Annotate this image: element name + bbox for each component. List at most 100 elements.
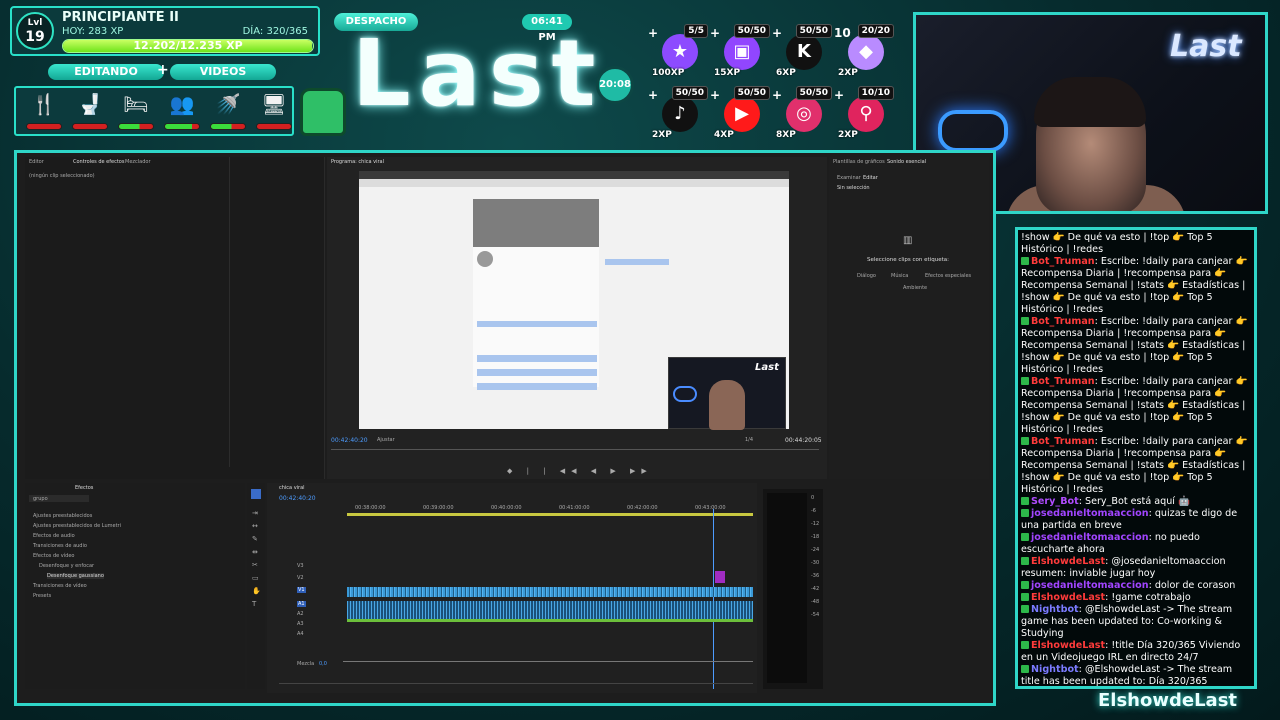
effects-tree-item[interactable]: Ajustes preestablecidos de Lumetri bbox=[33, 523, 121, 529]
meter-scale-label: -36 bbox=[811, 573, 820, 579]
badge-icon bbox=[1021, 377, 1029, 385]
badge-icon bbox=[1021, 665, 1029, 673]
tab-editor[interactable]: Editor bbox=[29, 159, 44, 165]
fit-dropdown[interactable]: Ajustar bbox=[377, 437, 395, 443]
chat-username[interactable]: josedanieltomaaccion bbox=[1031, 532, 1149, 543]
clip-type-music[interactable]: Música bbox=[891, 273, 908, 279]
chat-username[interactable]: josedanieltomaaccion bbox=[1031, 580, 1149, 591]
xp-progress-text: 12.202/12.235 XP bbox=[133, 39, 243, 52]
effects-tree-item[interactable]: Efectos de audio bbox=[33, 533, 75, 539]
chat-username[interactable]: Sery_Bot bbox=[1031, 496, 1079, 507]
transport-controls[interactable]: ◆ | | ◀◀ ◀ ▶ ▶▶ bbox=[507, 467, 667, 475]
quality-dropdown[interactable]: 1/4 bbox=[745, 437, 753, 443]
track-header[interactable]: Mezcla bbox=[297, 661, 314, 667]
effects-tree-item[interactable]: Ajustes preestablecidos bbox=[33, 513, 92, 519]
chat-text: : Sery_Bot está aquí 🤖 bbox=[1078, 496, 1190, 507]
chat-message: ElshowdeLast: @josedanieltomaaccion resu… bbox=[1021, 556, 1251, 580]
food-icon: 🍴 bbox=[31, 92, 57, 116]
clip-type-sfx[interactable]: Efectos especiales bbox=[925, 273, 971, 279]
chat-username[interactable]: Bot_Truman bbox=[1031, 376, 1095, 387]
crystal-icon: ◆ bbox=[848, 34, 884, 70]
clip-type-dialog[interactable]: Diálogo bbox=[857, 273, 876, 279]
food-meter bbox=[26, 123, 62, 130]
track-header[interactable]: A4 bbox=[297, 631, 304, 637]
goal-xp: 2XP bbox=[838, 68, 858, 78]
track-header[interactable]: A3 bbox=[297, 621, 304, 627]
pip-neon-sign: Last bbox=[755, 362, 779, 373]
tip-icon: ⚲ bbox=[848, 96, 884, 132]
chat-username[interactable]: ElshowdeLast bbox=[1031, 640, 1105, 651]
chat-username[interactable]: Nightbot bbox=[1031, 604, 1079, 615]
ruler-tick-label: 00:43:00:00 bbox=[695, 505, 726, 511]
track-header[interactable]: A2 bbox=[297, 611, 304, 617]
effects-tree-item[interactable]: Desenfoque y enfocar bbox=[39, 563, 94, 569]
tool-icons[interactable]: ⇥ ↔ ✎ ⇹ ✂ ▭ ✋ T bbox=[252, 507, 261, 611]
goal-crystal: ◆ 10 20/20 2XP bbox=[834, 24, 894, 86]
chat-username[interactable]: Bot_Truman bbox=[1031, 436, 1095, 447]
tab-essential-sound[interactable]: Sonido esencial bbox=[887, 159, 926, 165]
tab-mixer[interactable]: Mezclador bbox=[125, 159, 151, 165]
video-clip-v1[interactable] bbox=[347, 587, 753, 597]
track-header[interactable]: V3 bbox=[297, 563, 304, 569]
chat-message: ElshowdeLast: !game cotrabajo bbox=[1021, 592, 1251, 604]
tab-edit[interactable]: Editar bbox=[863, 175, 878, 181]
mix-value[interactable]: 0,0 bbox=[319, 661, 327, 667]
meter-scale-label: -6 bbox=[811, 508, 816, 514]
level-day: DÍA: 320/365 bbox=[242, 26, 308, 37]
goal-plus-icon: + bbox=[648, 88, 659, 102]
level-badge: Lvl 19 bbox=[16, 12, 54, 50]
tab-graphics-templates[interactable]: Plantillas de gráficos bbox=[833, 159, 885, 165]
badge-icon bbox=[1021, 437, 1029, 445]
effects-tree-item[interactable]: Transiciones de audio bbox=[33, 543, 87, 549]
channel-logo: Last bbox=[352, 20, 604, 127]
clip-marker[interactable] bbox=[715, 571, 725, 583]
streamer-hair bbox=[1034, 77, 1146, 127]
goal-count: 20/20 bbox=[857, 24, 894, 38]
badge-icon bbox=[1021, 257, 1029, 265]
goal-xp: 15XP bbox=[714, 68, 741, 78]
sequence-timecode: 00:42:40:20 bbox=[279, 495, 316, 502]
clip-type-ambience[interactable]: Ambiente bbox=[903, 285, 927, 291]
need-shower: 🚿 bbox=[208, 90, 248, 134]
social-icon: 👥 bbox=[169, 92, 195, 116]
effects-tree-item[interactable]: Transiciones de vídeo bbox=[33, 583, 87, 589]
track-header[interactable]: A1 bbox=[297, 601, 306, 607]
chat-username[interactable]: Bot_Truman bbox=[1031, 316, 1095, 327]
goal-count: 50/50 bbox=[671, 86, 708, 100]
goal-kick: K +50/50 6XP bbox=[772, 24, 832, 86]
goal-count: 50/50 bbox=[795, 24, 832, 38]
chat-username[interactable]: ElshowdeLast bbox=[1031, 556, 1105, 567]
chat-username[interactable]: Nightbot bbox=[1031, 664, 1079, 675]
selection-tool-icon[interactable] bbox=[251, 489, 261, 499]
track-header[interactable]: V1 bbox=[297, 587, 306, 593]
effects-tree-item[interactable]: Presets bbox=[33, 593, 51, 599]
chat-username[interactable]: josedanieltomaaccion bbox=[1031, 508, 1149, 519]
program-pip-webcam: Last bbox=[668, 357, 786, 430]
chat-username[interactable]: ElshowdeLast bbox=[1031, 592, 1105, 603]
meter-scale-label: -54 bbox=[811, 612, 820, 618]
effects-tree-item[interactable]: Desenfoque gaussiano bbox=[47, 573, 104, 579]
meter-scale-label: -42 bbox=[811, 586, 820, 592]
goal-xp: 6XP bbox=[776, 68, 796, 78]
goal-xp: 8XP bbox=[776, 130, 796, 140]
effects-tree-item[interactable]: Efectos de vídeo bbox=[33, 553, 74, 559]
kick-icon: K bbox=[786, 34, 822, 70]
timeline-panel: chica viral 00:42:40:20 00:38:00:00 00:39… bbox=[267, 483, 757, 693]
fun-icon: 🖥 bbox=[261, 92, 287, 116]
audio-clip-a1[interactable] bbox=[347, 601, 753, 619]
effects-search-input[interactable]: grupo bbox=[33, 496, 48, 502]
chat-username[interactable]: Bot_Truman bbox=[1031, 256, 1095, 267]
chat-text: !show 👉 De qué va esto | !top 👉 Top 5 Hi… bbox=[1021, 232, 1213, 255]
need-toilet: 🚽 bbox=[70, 90, 110, 134]
youtube-icon: ▶ bbox=[724, 96, 760, 132]
clip-prompt: Seleccione clips con etiqueta: bbox=[867, 257, 949, 263]
instagram-icon: ◎ bbox=[786, 96, 822, 132]
program-title: Programa: chica viral bbox=[331, 159, 385, 165]
track-header[interactable]: V2 bbox=[297, 575, 304, 581]
tab-browse[interactable]: Examinar bbox=[837, 175, 861, 181]
tab-effect-controls[interactable]: Controles de efectos bbox=[73, 159, 124, 165]
ruler-tick-label: 00:38:00:00 bbox=[355, 505, 386, 511]
meter-scale-label: -18 bbox=[811, 534, 820, 540]
level-xp-today: HOY: 283 XP bbox=[62, 26, 124, 37]
effects-tab[interactable]: Efectos bbox=[75, 485, 93, 491]
